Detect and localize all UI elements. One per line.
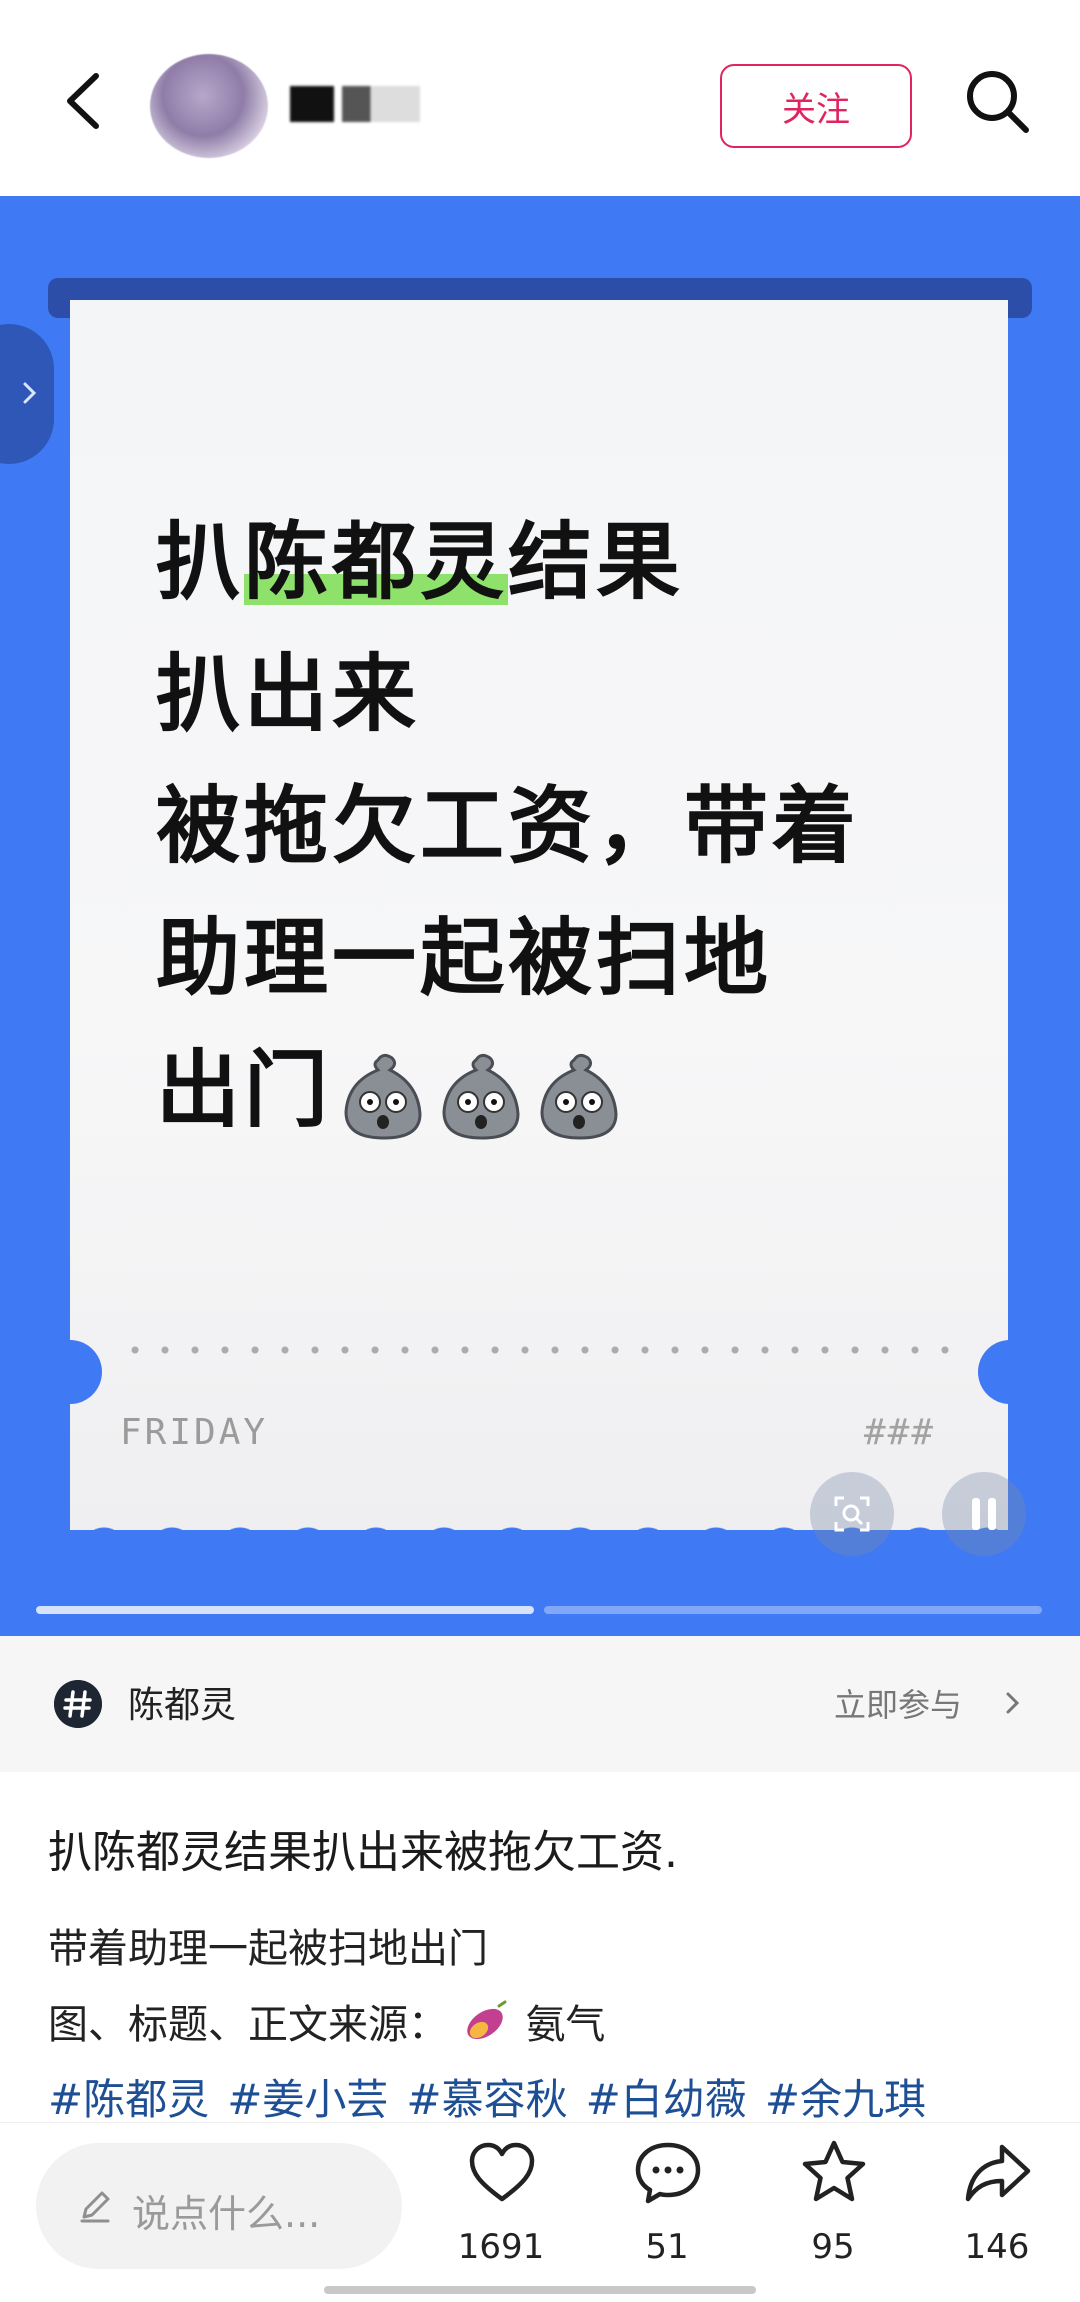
ticket-notch-left [38,1340,102,1404]
comment-placeholder: 说点什么... [132,2192,321,2236]
author-name[interactable]: • • • [290,86,420,122]
hashtag-list: #陈都灵 #姜小芸 #慕容秋 #白幼薇 #余九琪 [48,2066,926,2127]
topic-bar[interactable]: 陈都灵 立即参与 [0,1636,1080,1772]
headline-line-4: 助理一起被扫地 [156,909,773,1007]
shocked-sack-emoji-icon [344,1054,422,1140]
hashtag-link[interactable]: #慕容秋 [406,2066,567,2127]
home-indicator [324,2286,756,2294]
search-icon[interactable] [962,66,1032,136]
pause-icon [972,1498,996,1530]
headline-line-5: 出门 [156,1024,956,1156]
chat-bubble-icon [635,2142,701,2204]
carousel-indicator-active [36,1606,534,1614]
pause-button[interactable] [942,1472,1026,1556]
source-name: 氨气 [525,2002,606,2048]
topic-name: 陈都灵 [128,1685,237,1726]
post-image-carousel[interactable]: 扒陈都灵结果 扒出来 被拖欠工资，带着 助理一起被扫地 出门 FRIDAY ##… [0,196,1080,1636]
post-body-line: 带着助理一起被扫地出门 [48,1926,488,1972]
share-button[interactable]: 146 [932,2137,1062,2287]
image-headline: 扒陈都灵结果 扒出来 被拖欠工资，带着 助理一起被扫地 出门 [156,496,956,1156]
dotted-divider [120,1344,960,1356]
paper-footer-mark: ### [864,1412,936,1453]
image-scan-icon [834,1496,870,1532]
like-button[interactable]: 1691 [436,2137,566,2287]
hashtag-icon [54,1680,102,1728]
join-topic-link[interactable]: 立即参与 [834,1680,962,1726]
favorite-count: 95 [811,2227,855,2267]
share-count: 146 [964,2227,1030,2267]
follow-button[interactable]: 关注 [720,64,912,148]
share-arrow-icon [965,2144,1031,2202]
paper-footer-day: FRIDAY [120,1412,269,1453]
pencil-icon [80,2191,110,2223]
image-scan-button[interactable] [810,1472,894,1556]
shocked-sack-emoji-icon [540,1054,618,1140]
headline-line-1: 扒陈都灵结果 [156,513,685,611]
bottom-action-bar: 说点什么... 1691 51 95 146 [0,2122,1080,2302]
headline-line-2: 扒出来 [156,645,421,743]
highlighted-name: 陈都灵 [244,513,509,611]
heart-icon [469,2142,535,2202]
back-chevron-icon[interactable] [50,66,120,136]
chevron-right-icon [1006,1692,1020,1714]
shocked-sack-emoji-icon [442,1054,520,1140]
favorite-button[interactable]: 95 [768,2137,898,2287]
hashtag-link[interactable]: #姜小芸 [227,2066,388,2127]
hashtag-link[interactable]: #白幼薇 [586,2066,747,2127]
hashtag-link[interactable]: #陈都灵 [48,2066,209,2127]
comment-count: 51 [645,2227,689,2267]
like-count: 1691 [457,2227,545,2267]
author-avatar[interactable] [150,54,268,158]
chevron-right-icon [23,382,37,404]
carousel-indicator-inactive [544,1606,1042,1614]
comment-button[interactable]: 51 [602,2137,732,2287]
hashtag-link[interactable]: #余九琪 [765,2066,926,2127]
top-bar: • • • 关注 [0,0,1080,196]
sweet-potato-emoji-icon [466,2000,507,2040]
headline-line-3: 被拖欠工资，带着 [156,777,861,875]
ticket-notch-right [978,1340,1042,1404]
post-title: 扒陈都灵结果扒出来被拖欠工资. [48,1827,678,1878]
post-source-line: 图、标题、正文来源： 氨气 [48,1992,605,2050]
comment-input[interactable]: 说点什么... [36,2143,402,2269]
star-icon [802,2140,866,2202]
